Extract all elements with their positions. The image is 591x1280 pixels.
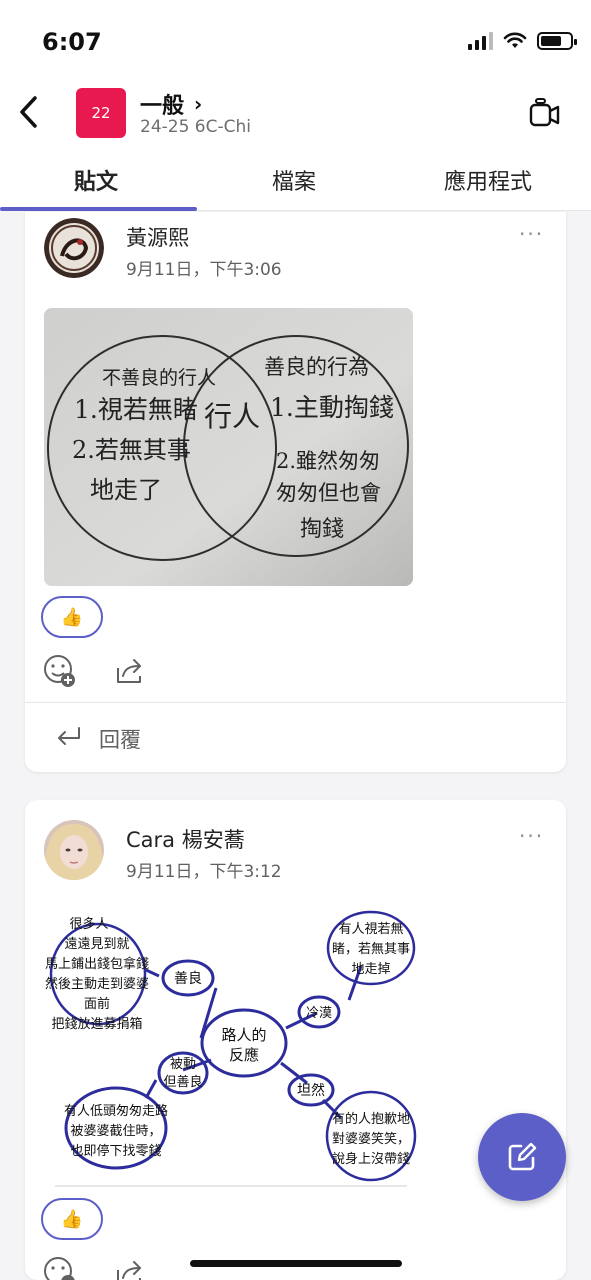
avatar[interactable] — [44, 218, 104, 278]
channel-name[interactable]: 一般 — [140, 88, 184, 120]
compose-icon — [508, 1142, 537, 1171]
post-image-mind-map[interactable]: 路人的 反應 善良 冷漠 被動 但善良 坦然 很多人 遠遠見到就 馬上鋪出錢包拿… — [41, 908, 421, 1188]
venn-right-1: 1.主動掏錢 — [270, 393, 394, 422]
tab-posts[interactable]: 貼文 — [74, 164, 118, 196]
dragon-avatar-icon — [44, 218, 104, 278]
post-image-venn-diagram[interactable]: 不善良的行人 1.視若無睹 2.若無其事 地走了 行人 善良的行為 1.主動掏錢… — [44, 308, 413, 586]
venn-right-title: 善良的行為 — [264, 355, 369, 379]
venn-right-3: 匆匆但也會 — [276, 481, 381, 505]
mindmap-calm-detail-1: 有的人抱歉地 — [332, 1111, 410, 1127]
back-button[interactable] — [8, 92, 48, 132]
mindmap-calm-detail-2: 對婆婆笑笑， — [332, 1131, 410, 1147]
video-call-icon — [529, 98, 560, 127]
post-card: 黃源熙 9月11日，下午3:06 ··· 不善良的行人 1.視若無睹 2.若無其… — [25, 212, 566, 772]
mindmap-calm: 坦然 — [297, 1082, 325, 1099]
venn-right-4: 掏錢 — [300, 517, 344, 542]
mindmap-center-2: 反應 — [229, 1046, 259, 1064]
more-options-icon[interactable]: ··· — [519, 222, 544, 246]
meet-now-button[interactable] — [527, 96, 563, 132]
mindmap-cold: 冷漠 — [306, 1006, 332, 1021]
venn-left-2: 2.若無其事 — [72, 436, 191, 464]
wifi-icon — [503, 32, 527, 48]
mindmap-kind-detail-5: 面前 — [84, 996, 110, 1012]
mindmap-kind-detail-3: 馬上鋪出錢包拿錢 — [45, 956, 149, 972]
status-time: 6:07 — [42, 28, 102, 56]
tab-files[interactable]: 檔案 — [272, 164, 316, 196]
signal-icon — [468, 32, 493, 50]
mindmap-kind-detail-1: 很多人 — [69, 916, 108, 932]
mindmap-kind-detail-4: 然後主動走到婆婆 — [45, 976, 149, 992]
mindmap-center-1: 路人的 — [221, 1026, 266, 1044]
mindmap-cold-detail-3: 地走掉 — [351, 962, 390, 977]
post-author[interactable]: 黃源熙 — [126, 222, 189, 252]
mindmap-kind-detail-2: 遠遠見到就 — [64, 937, 129, 952]
tab-bar: 貼文 檔案 應用程式 — [0, 160, 591, 211]
chevron-right-icon[interactable]: › — [194, 92, 202, 116]
mindmap-calm-detail-3: 說身上沒帶錢 — [332, 1151, 410, 1167]
post-card: Cara 楊安蕎 9月11日，下午3:12 ··· 路人的 反應 善良 冷漠 被… — [25, 800, 566, 1280]
tab-apps[interactable]: 應用程式 — [444, 164, 532, 196]
mindmap-kind: 善良 — [174, 971, 202, 987]
mindmap-cold-detail-1: 有人視若無 — [338, 921, 403, 937]
status-icons — [468, 32, 577, 50]
share-icon[interactable] — [113, 654, 147, 688]
venn-left-title: 不善良的行人 — [102, 367, 216, 389]
mindmap-passive-1: 被動 — [170, 1057, 196, 1072]
post-timestamp: 9月11日，下午3:12 — [126, 862, 282, 882]
active-tab-indicator — [0, 207, 197, 211]
mindmap-passive-detail-3: 也即停下找零錢 — [70, 1143, 161, 1159]
add-reaction-icon[interactable] — [43, 654, 77, 688]
mindmap-kind-detail-6: 把錢放進募捐箱 — [51, 1016, 142, 1032]
like-reaction[interactable]: 👍 — [41, 1198, 103, 1240]
mindmap-passive-detail-1: 有人低頭匆匆走路 — [64, 1103, 168, 1119]
new-post-button[interactable] — [478, 1113, 566, 1201]
reply-icon[interactable] — [53, 724, 83, 750]
reply-button[interactable]: 回覆 — [99, 724, 141, 754]
divider — [25, 702, 566, 703]
chevron-left-icon — [20, 96, 37, 128]
battery-icon — [537, 32, 577, 50]
team-avatar[interactable]: 22 — [76, 88, 126, 138]
venn-center: 行人 — [204, 400, 260, 433]
venn-left-1: 1.視若無睹 — [74, 395, 198, 424]
more-options-icon[interactable]: ··· — [519, 824, 544, 848]
mindmap-cold-detail-2: 睹，若無其事 — [332, 941, 410, 957]
top-bar: 6:07 22 一般 › 24-25 6C-Chi 貼文 檔案 應用程式 — [0, 0, 591, 211]
post-author[interactable]: Cara 楊安蕎 — [126, 824, 245, 854]
mindmap-passive-detail-2: 被婆婆截住時， — [70, 1124, 161, 1139]
home-indicator — [190, 1260, 402, 1267]
user-photo-avatar — [44, 820, 104, 880]
mindmap-passive-2: 但善良 — [163, 1074, 202, 1090]
venn-left-3: 地走了 — [90, 476, 162, 504]
like-reaction[interactable]: 👍 — [41, 596, 103, 638]
post-timestamp: 9月11日，下午3:06 — [126, 260, 282, 280]
add-reaction-icon[interactable] — [43, 1256, 77, 1280]
share-icon[interactable] — [113, 1256, 147, 1280]
venn-right-2: 2.雖然匆匆 — [276, 449, 380, 473]
avatar[interactable] — [44, 820, 104, 880]
team-name: 24-25 6C-Chi — [140, 117, 251, 137]
